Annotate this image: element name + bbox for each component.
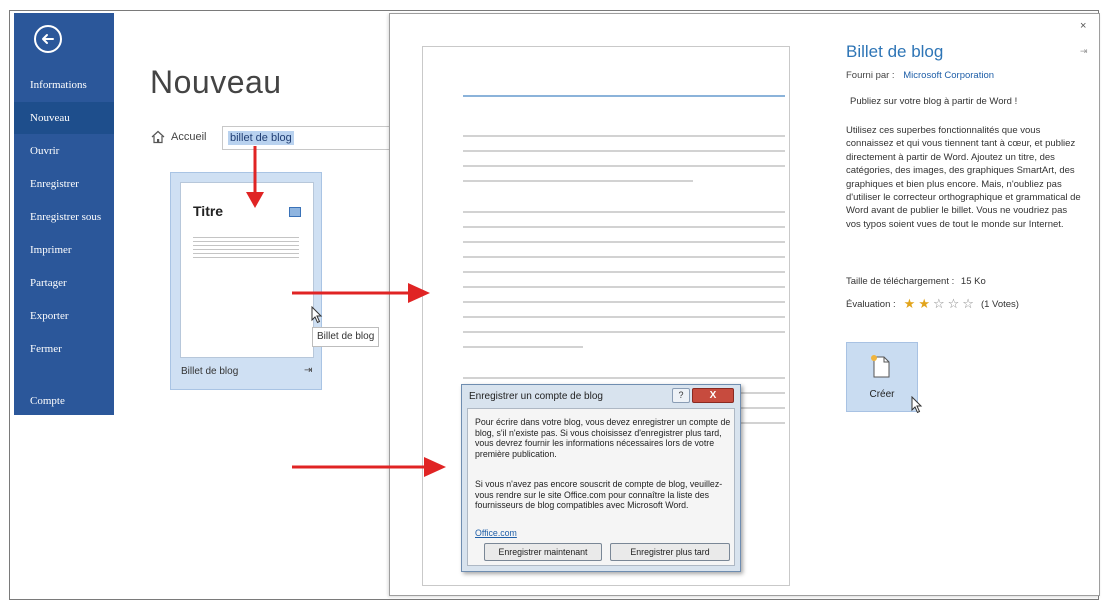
preview-text-line xyxy=(463,241,785,243)
star-empty-icon[interactable]: ☆ xyxy=(933,296,945,311)
register-now-button[interactable]: Enregistrer maintenant xyxy=(484,543,602,561)
preview-text-line xyxy=(463,301,785,303)
preview-text-line xyxy=(463,271,785,273)
long-description: Utilisez ces superbes fonctionnalités qu… xyxy=(846,125,1081,230)
dialog-title: Enregistrer un compte de blog xyxy=(469,391,603,402)
nav-item-fermer[interactable]: Fermer xyxy=(14,333,114,365)
star-empty-icon[interactable]: ☆ xyxy=(948,296,960,311)
mouse-cursor-icon xyxy=(911,396,923,414)
thumbnail-title: Titre xyxy=(193,203,224,219)
rating-stars: ★ ★ ☆ ☆ ☆ xyxy=(904,296,977,311)
pin-icon[interactable]: ⇥ xyxy=(1080,46,1088,57)
dialog-close-button[interactable]: X xyxy=(692,388,734,403)
template-search-input[interactable]: billet de blog xyxy=(222,126,390,150)
rating-votes: (1 Votes) xyxy=(980,299,1019,310)
preview-text-line xyxy=(463,180,693,182)
preview-text-line xyxy=(463,226,785,228)
dialog-body: Pour écrire dans votre blog, vous devez … xyxy=(467,408,735,566)
nav-item-enregistrer-sous[interactable]: Enregistrer sous xyxy=(14,201,114,233)
star-filled-icon[interactable]: ★ xyxy=(918,296,930,311)
download-size-label: Taille de téléchargement : xyxy=(846,276,955,287)
preview-text-line xyxy=(463,377,785,379)
star-filled-icon[interactable]: ★ xyxy=(904,296,916,311)
mouse-cursor-icon xyxy=(311,306,323,324)
preview-text-line xyxy=(463,331,785,333)
page-title: Nouveau xyxy=(150,64,282,100)
thumbnail-line xyxy=(193,241,299,242)
home-breadcrumb[interactable]: Accueil xyxy=(151,130,206,144)
provider-row: Fourni par : Microsoft Corporation xyxy=(846,70,994,81)
screenshot-frame: Informations Nouveau Ouvrir Enregistrer … xyxy=(0,0,1104,602)
create-button[interactable]: Créer xyxy=(846,342,918,412)
nav-item-compte[interactable]: Compte xyxy=(14,385,114,417)
template-detail-title: Billet de blog xyxy=(846,42,944,61)
thumbnail-line xyxy=(193,257,299,258)
star-empty-icon[interactable]: ☆ xyxy=(962,296,974,311)
nav-item-exporter[interactable]: Exporter xyxy=(14,300,114,332)
help-button[interactable]: ? xyxy=(672,388,690,403)
template-thumbnail: Titre xyxy=(180,182,314,358)
office-com-link[interactable]: Office.com xyxy=(475,528,517,538)
thumbnail-line xyxy=(193,253,299,254)
preview-text-line xyxy=(463,211,785,213)
preview-text-line xyxy=(463,256,785,258)
dialog-paragraph-2: Si vous n'avez pas encore souscrit de co… xyxy=(475,479,723,511)
backstage-sidebar: Informations Nouveau Ouvrir Enregistrer … xyxy=(14,13,114,415)
preview-text-line xyxy=(463,165,785,167)
thumbnail-line xyxy=(193,249,299,250)
preview-text-line xyxy=(463,150,785,152)
nav-item-ouvrir[interactable]: Ouvrir xyxy=(14,135,114,167)
create-label: Créer xyxy=(869,389,895,400)
preview-text-line xyxy=(463,286,785,288)
register-later-button[interactable]: Enregistrer plus tard xyxy=(610,543,730,561)
thumbnail-line xyxy=(193,237,299,238)
download-size-row: Taille de téléchargement : 15 Ko xyxy=(846,276,986,287)
register-blog-account-dialog: Enregistrer un compte de blog ? X Pour é… xyxy=(461,384,741,572)
home-label: Accueil xyxy=(171,131,207,143)
dialog-paragraph-1: Pour écrire dans votre blog, vous devez … xyxy=(475,417,731,459)
preview-title-line xyxy=(463,95,785,97)
nav-item-enregistrer[interactable]: Enregistrer xyxy=(14,168,114,200)
image-placeholder-icon xyxy=(289,207,301,217)
nav-item-imprimer[interactable]: Imprimer xyxy=(14,234,114,266)
download-size-value: 15 Ko xyxy=(960,276,986,287)
preview-text-line xyxy=(463,316,785,318)
back-arrow-icon xyxy=(42,34,54,44)
provider-name: Microsoft Corporation xyxy=(903,70,995,81)
home-icon xyxy=(151,130,165,144)
preview-text-line xyxy=(463,135,785,137)
template-label: Billet de blog xyxy=(181,366,239,377)
new-document-icon xyxy=(871,355,890,378)
thumbnail-line xyxy=(193,245,299,246)
nav-item-informations[interactable]: Informations xyxy=(14,69,114,101)
search-value: billet de blog xyxy=(228,131,294,145)
rating-label: Évaluation : xyxy=(846,299,896,310)
nav-item-partager[interactable]: Partager xyxy=(14,267,114,299)
template-card[interactable]: Titre Billet de blog ⇥ xyxy=(170,172,322,390)
pin-icon[interactable]: ⇥ xyxy=(304,365,312,376)
provider-label: Fourni par : xyxy=(846,70,895,81)
rating-row: Évaluation : ★ ★ ☆ ☆ ☆ (1 Votes) xyxy=(846,296,1019,311)
back-button[interactable] xyxy=(34,25,62,53)
close-icon[interactable]: × xyxy=(1080,20,1086,32)
short-description: Publiez sur votre blog à partir de Word … xyxy=(850,96,1018,107)
nav-item-nouveau[interactable]: Nouveau xyxy=(14,102,114,134)
preview-text-line xyxy=(463,346,583,348)
template-tooltip: Billet de blog xyxy=(312,327,380,347)
